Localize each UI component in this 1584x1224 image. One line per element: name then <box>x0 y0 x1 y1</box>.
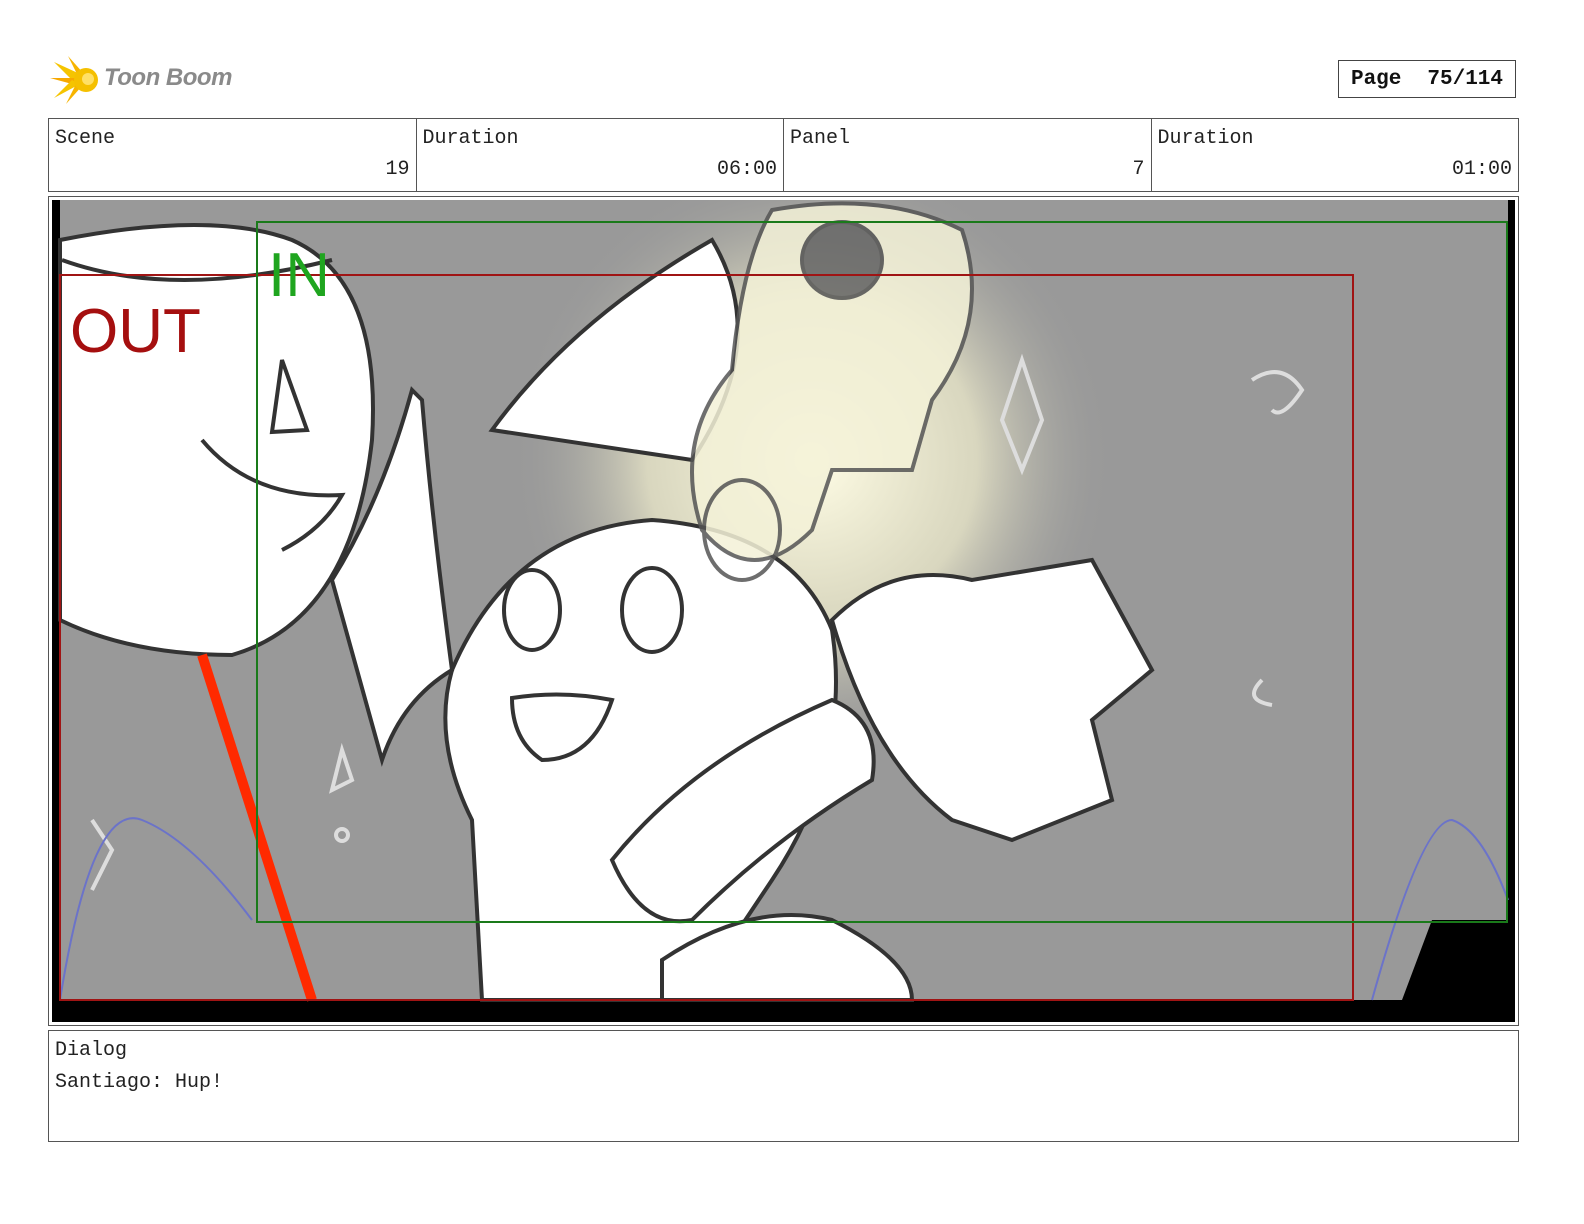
page-number: 75/114 <box>1427 67 1504 91</box>
scene-duration-value: 06:00 <box>716 158 777 181</box>
scene-label: Scene <box>55 127 116 150</box>
in-label: IN <box>268 241 330 310</box>
panel-info-table: Scene 19 Duration 06:00 Panel 7 Duration… <box>48 118 1519 192</box>
scene-duration-cell: Duration 06:00 <box>417 119 784 191</box>
dialog-box: Dialog Santiago: Hup! <box>48 1030 1519 1142</box>
panel-duration-value: 01:00 <box>1451 158 1512 181</box>
storyboard-drawing: IN OUT <box>52 200 1515 1022</box>
panel-label: Panel <box>790 127 851 150</box>
page-indicator: Page 75/114 <box>1338 60 1516 98</box>
starburst-icon <box>50 56 98 104</box>
out-label: OUT <box>70 297 201 366</box>
panel-duration-label: Duration <box>1157 127 1254 150</box>
scene-value: 19 <box>385 158 410 181</box>
panel-cell: Panel 7 <box>784 119 1152 191</box>
page-label: Page <box>1350 67 1402 91</box>
scene-cell: Scene 19 <box>49 119 417 191</box>
scene-duration-label: Duration <box>422 127 519 150</box>
dialog-label: Dialog <box>55 1039 128 1062</box>
dialog-text: Santiago: Hup! <box>55 1071 224 1094</box>
logo-text: Toon Boom <box>104 64 232 91</box>
panel-duration-cell: Duration 01:00 <box>1152 119 1519 191</box>
panel-value: 7 <box>1132 158 1145 181</box>
